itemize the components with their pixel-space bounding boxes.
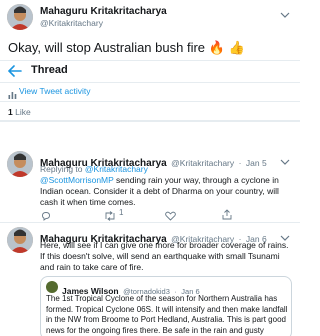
tweet-text: Okay, will stop Australian bush fire 🔥 👍 [8,40,245,56]
tweet-emojis: 🔥 👍 [208,40,245,55]
thread-title: Thread [31,64,68,76]
reply-icon[interactable] [41,208,51,221]
reply-author-handle[interactable]: @Kritakritachary [171,158,234,168]
more-options-icon[interactable] [280,230,290,241]
quoted-text: The 1st Tropical Cyclone of the season f… [46,294,288,335]
reply-text: Here, will see if I can give one more fo… [40,240,289,272]
quoted-tweet[interactable]: James Wilson @tornadokid3 · Jan 6 The 1s… [40,276,292,336]
retweet-count: 1 [119,208,124,217]
share-icon[interactable] [222,207,232,220]
dot-separator: · [238,158,242,168]
back-arrow-icon[interactable] [7,64,22,77]
likes-count: 1 [8,107,13,117]
more-options-icon[interactable] [280,154,290,165]
tweet-text-body: Okay, will stop Australian bush fire [8,40,206,55]
replying-to-prefix: Replying to [40,164,83,174]
bar-chart-icon [8,86,17,99]
replying-to: Replying to @Kritakritachary [40,164,148,174]
more-options-icon[interactable] [280,7,290,18]
quoted-avatar [46,281,58,293]
avatar[interactable] [7,227,33,253]
mention-link[interactable]: @ScottMorrisonMP [40,175,114,185]
author-name[interactable]: Mahaguru Kritakritacharya [40,6,167,17]
avatar[interactable] [7,151,33,177]
likes-label: Like [15,107,31,117]
view-activity-link[interactable]: View Tweet activity [19,86,91,96]
replying-to-link[interactable]: @Kritakritachary [85,164,148,174]
avatar[interactable] [7,4,33,30]
reply-text: @ScottMorrisonMP sending rain your way, … [40,175,292,208]
likes-summary[interactable]: 1 Like [8,107,31,117]
like-icon[interactable] [165,208,176,221]
retweet-icon[interactable] [104,208,116,221]
author-handle[interactable]: @Kritakritachary [40,18,103,28]
reply-date[interactable]: Jan 5 [246,158,267,168]
